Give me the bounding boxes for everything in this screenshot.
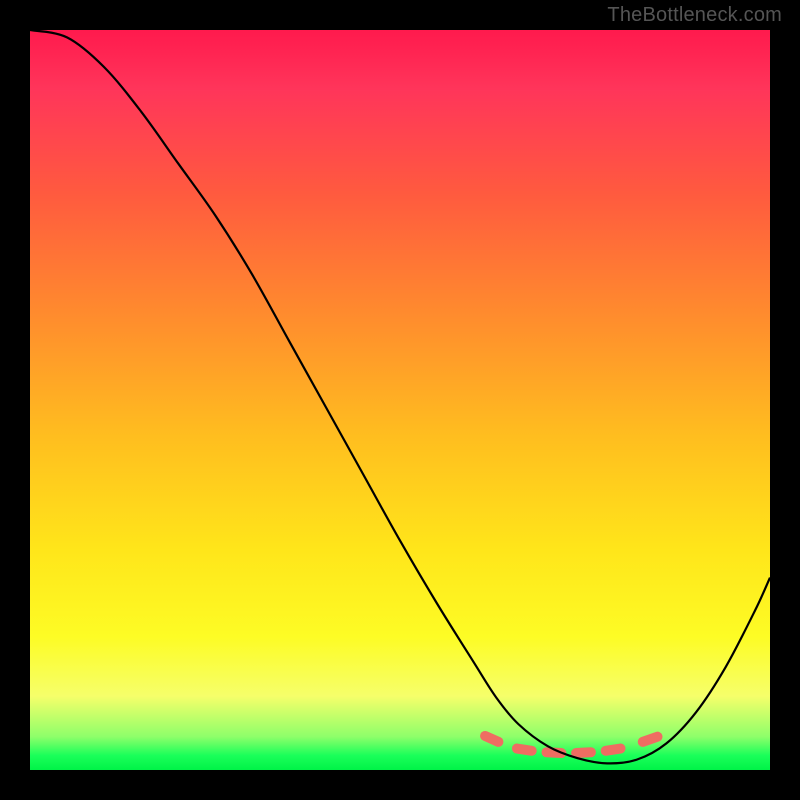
valley-dash-1: [485, 736, 498, 742]
plot-area: [30, 30, 770, 770]
valley-dash-5: [606, 749, 621, 751]
valley-dash-2: [517, 749, 532, 751]
valley-markers: [485, 736, 657, 753]
plot-svg: [30, 30, 770, 770]
chart-frame: TheBottleneck.com: [0, 0, 800, 800]
watermark-text: TheBottleneck.com: [607, 4, 782, 27]
valley-dash-4: [576, 752, 591, 753]
valley-dash-6: [643, 737, 658, 742]
bottleneck-curve: [30, 30, 770, 763]
